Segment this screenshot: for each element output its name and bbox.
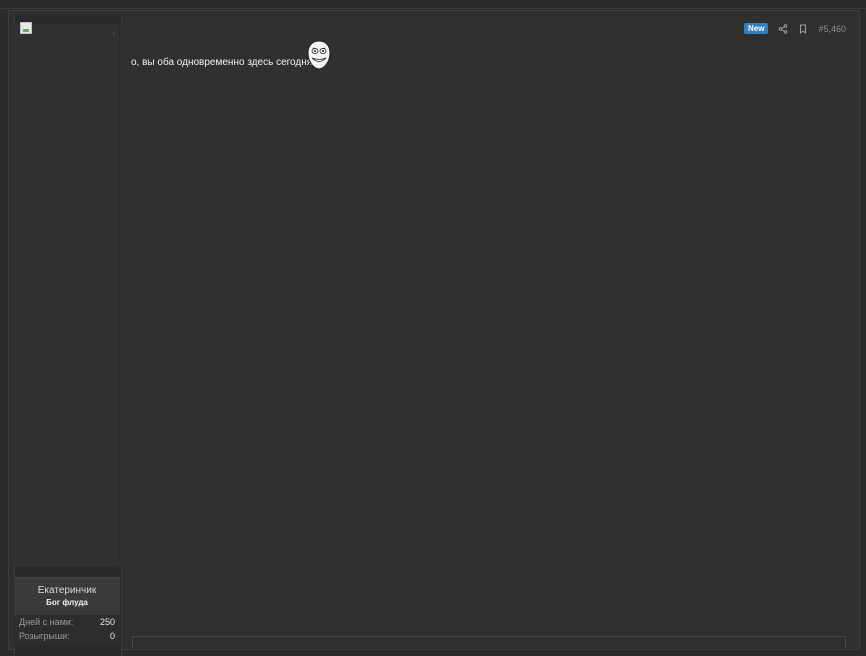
top-bar (0, 0, 866, 9)
stat-row: Дней с нами: 250 (14, 615, 120, 629)
stat-row: Розыгрыши: 0 (14, 629, 120, 643)
user-stats: Дней с нами: 250 Розыгрыши: 0 (14, 615, 120, 645)
stat-label: Розыгрыши: (19, 631, 70, 641)
share-icon[interactable] (778, 23, 788, 34)
bookmark-icon[interactable] (798, 24, 808, 34)
user-card: Екатеринчик Бог флуда (14, 577, 120, 616)
reply-bar[interactable] (132, 636, 846, 648)
rage-face-icon (307, 40, 331, 70)
new-badge: New (744, 23, 769, 34)
user-column-top (14, 24, 120, 567)
broken-image-icon (20, 22, 32, 34)
avatar[interactable] (20, 22, 34, 36)
username[interactable]: Екатеринчик (14, 585, 120, 596)
post-number[interactable]: #5,460 (818, 24, 846, 34)
post-message: о, вы оба одновременно здесь сегодня (131, 57, 313, 68)
user-title: Бог флуда (46, 598, 88, 607)
post-attribution: New #5,460 (744, 23, 846, 34)
chevron-left-icon: ‹ (112, 27, 116, 41)
stat-value: 0 (109, 631, 115, 641)
stat-label: Дней с нами: (19, 617, 74, 627)
stat-value: 250 (99, 617, 115, 627)
post-body (120, 24, 564, 567)
